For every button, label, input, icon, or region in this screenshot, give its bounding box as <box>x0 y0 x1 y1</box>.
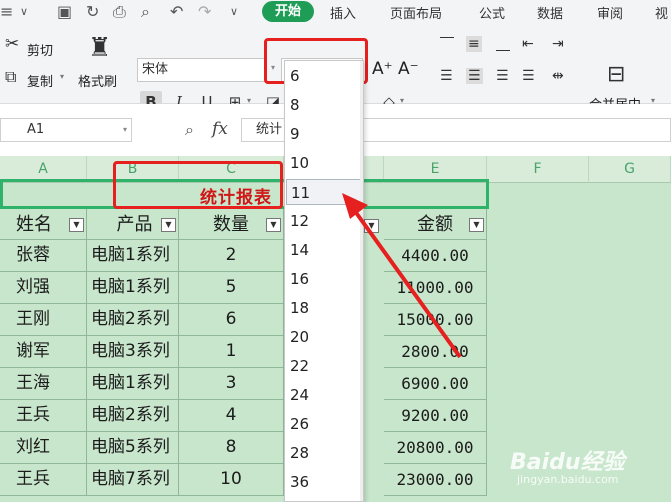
font-size-option[interactable]: 26 <box>286 411 362 437</box>
cell-qty[interactable]: 5 <box>179 272 284 304</box>
print-preview-icon[interactable]: ⌕ <box>141 2 150 22</box>
header-name-cell[interactable]: 姓名 ▼ <box>0 209 87 240</box>
distributed-icon[interactable]: ⇹ <box>552 68 564 84</box>
scissors-icon[interactable]: ✂ <box>5 34 19 54</box>
cell-qty[interactable]: 6 <box>179 304 284 336</box>
cell-qty[interactable]: 4 <box>179 400 284 432</box>
tab-view[interactable]: 视 <box>655 3 668 22</box>
cell-name[interactable]: 王兵 <box>0 400 87 432</box>
customize-chevron-icon[interactable]: ∨ <box>230 5 238 18</box>
font-name-value: 宋体 <box>142 62 169 77</box>
tab-page-layout[interactable]: 页面布局 <box>390 3 442 22</box>
cell-amount[interactable]: 9200.00 <box>384 400 487 432</box>
cell-amount[interactable]: 20800.00 <box>384 432 487 464</box>
cell-qty[interactable]: 10 <box>179 464 284 496</box>
align-left-icon[interactable]: ☰ <box>440 68 453 84</box>
redo-icon[interactable]: ↷ <box>198 2 211 21</box>
zoom-icon[interactable]: ⌕ <box>185 120 194 140</box>
tab-home[interactable]: 开始 <box>262 1 314 22</box>
cell-qty[interactable]: 1 <box>179 336 284 368</box>
copy-button[interactable]: 复制 <box>27 71 53 90</box>
save-icon[interactable]: ▣ <box>57 2 72 21</box>
fx-icon[interactable]: fx <box>212 119 228 139</box>
cell-name[interactable]: 刘红 <box>0 432 87 464</box>
watermark-url: jingyan.baidu.com <box>517 473 619 486</box>
cell-product[interactable]: 电脑5系列 <box>87 432 179 464</box>
merge-cells-icon: ⊟ <box>607 62 626 87</box>
header-name: 姓名 <box>16 214 52 235</box>
align-middle-icon[interactable]: ≡ <box>466 36 482 52</box>
format-painter-button[interactable]: 格式刷 <box>78 71 117 90</box>
cell-product[interactable]: 电脑1系列 <box>87 272 179 304</box>
cell-qty[interactable]: 2 <box>179 240 284 272</box>
header-product-cell[interactable]: 产品 ▼ <box>87 209 179 240</box>
ribbon-tab-bar: ≡ ∨ ▣ ↻ ⎙ ⌕ ↶ ↷ ∨ 开始 插入 页面布局 公式 数据 审阅 视 <box>0 0 671 24</box>
header-product: 产品 <box>116 214 153 235</box>
name-box[interactable]: A1 ▾ <box>0 118 132 142</box>
format-painter-icon[interactable]: ♜ <box>88 33 111 63</box>
font-size-option[interactable]: 28 <box>286 440 362 466</box>
font-size-option[interactable]: 8 <box>286 92 362 118</box>
cell-product[interactable]: 电脑1系列 <box>87 240 179 272</box>
column-header-g[interactable]: G <box>589 156 671 183</box>
cell-qty[interactable]: 8 <box>179 432 284 464</box>
increase-indent-icon[interactable]: ⇥ <box>552 36 564 52</box>
tab-insert[interactable]: 插入 <box>330 3 356 22</box>
header-qty: 数量 <box>213 214 249 235</box>
cell-product[interactable]: 电脑3系列 <box>87 336 179 368</box>
cell-reference: A1 <box>27 122 45 137</box>
copy-dropdown-icon[interactable]: ▾ <box>60 72 64 81</box>
tab-data[interactable]: 数据 <box>537 3 563 22</box>
font-size-option[interactable]: 9 <box>286 121 362 147</box>
cell-amount[interactable]: 6900.00 <box>384 368 487 400</box>
align-right-icon[interactable]: ☰ <box>496 68 509 84</box>
filter-dropdown-icon[interactable]: ▼ <box>69 218 84 232</box>
share-icon[interactable]: ↻ <box>86 2 99 21</box>
name-box-dropdown-icon[interactable]: ▾ <box>123 119 127 141</box>
increase-font-icon[interactable]: A⁺ <box>372 59 393 79</box>
formula-content: 统计 <box>256 122 283 137</box>
filter-dropdown-icon[interactable]: ▼ <box>161 218 176 232</box>
filter-dropdown-icon[interactable]: ▼ <box>469 218 484 232</box>
watermark-brand: Baidu经验 <box>510 450 625 475</box>
cell-name[interactable]: 谢军 <box>0 336 87 368</box>
cut-button[interactable]: 剪切 <box>27 40 53 59</box>
cell-product[interactable]: 电脑1系列 <box>87 368 179 400</box>
font-size-option[interactable]: 36 <box>286 469 362 495</box>
justify-icon[interactable]: ☰ <box>522 68 535 84</box>
cell-name[interactable]: 张蓉 <box>0 240 87 272</box>
tab-review[interactable]: 审阅 <box>597 3 623 22</box>
cell-product[interactable]: 电脑7系列 <box>87 464 179 496</box>
column-header-f[interactable]: F <box>487 156 589 183</box>
align-bottom-icon[interactable]: ⎽ <box>496 36 510 52</box>
font-size-option[interactable]: 6 <box>286 63 362 89</box>
menu-icon[interactable]: ≡ <box>0 2 13 21</box>
decrease-indent-icon[interactable]: ⇤ <box>522 36 534 52</box>
undo-icon[interactable]: ↶ <box>170 2 183 21</box>
decrease-font-icon[interactable]: A⁻ <box>398 59 419 79</box>
align-top-icon[interactable]: ⎺ <box>440 36 454 52</box>
font-size-option[interactable]: 24 <box>286 382 362 408</box>
cell-name[interactable]: 王海 <box>0 368 87 400</box>
font-size-option[interactable]: 10 <box>286 150 362 176</box>
header-qty-cell[interactable]: 数量 ▼ <box>179 209 284 240</box>
filter-dropdown-icon[interactable]: ▼ <box>266 218 281 232</box>
annotation-box-title <box>113 161 283 209</box>
cell-product[interactable]: 电脑2系列 <box>87 400 179 432</box>
align-center-icon[interactable]: ☰ <box>466 68 483 84</box>
font-name-select[interactable]: 宋体 <box>137 58 267 82</box>
cell-product[interactable]: 电脑2系列 <box>87 304 179 336</box>
cell-qty[interactable]: 3 <box>179 368 284 400</box>
chevron-down-icon[interactable]: ∨ <box>20 5 28 18</box>
cell-name[interactable]: 王兵 <box>0 464 87 496</box>
cell-amount[interactable]: 23000.00 <box>384 464 487 496</box>
print-icon[interactable]: ⎙ <box>113 2 126 22</box>
cell-name[interactable]: 刘强 <box>0 272 87 304</box>
cell-name[interactable]: 王刚 <box>0 304 87 336</box>
tab-formulas[interactable]: 公式 <box>479 3 505 22</box>
annotation-arrow-icon <box>342 193 462 359</box>
copy-icon[interactable]: ⧉ <box>5 67 16 87</box>
